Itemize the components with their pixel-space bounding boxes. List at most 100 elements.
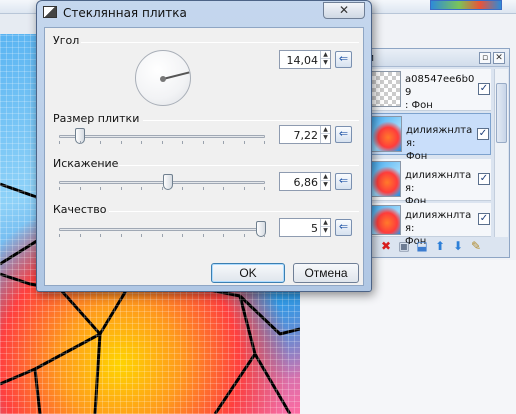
close-button[interactable]: ✕	[323, 2, 365, 19]
slider-tick	[141, 234, 142, 237]
slider-track	[59, 135, 265, 138]
quality-reset-button[interactable]: ⇐	[335, 219, 352, 236]
slider-tick	[59, 234, 60, 237]
app-icon	[43, 6, 57, 18]
slider-tick	[203, 187, 204, 190]
tile-size-slider[interactable]	[59, 128, 265, 144]
spin-up-icon[interactable]: ▲	[321, 219, 330, 227]
tile-size-reset-button[interactable]: ⇐	[335, 126, 352, 143]
slider-tick	[182, 234, 183, 237]
dialog-body: Угол 14,04 ▲ ▼ ⇐ Размер плитки 7,22 ▲ ▼ ⇐ …	[44, 27, 364, 286]
slider-tick	[100, 141, 101, 144]
angle-reset-button[interactable]: ⇐	[335, 51, 352, 68]
layer-item[interactable]: a08547ee6b09 : Фон ✓	[365, 69, 491, 111]
layer-item[interactable]: дилияжнлтая: Фон ✓	[365, 159, 491, 207]
angle-dial[interactable]	[135, 50, 191, 106]
slider-tick	[264, 187, 265, 190]
slider-tick	[244, 141, 245, 144]
layer-visibility-checkbox[interactable]: ✓	[478, 213, 490, 225]
move-up-icon[interactable]: ⬆	[433, 239, 447, 253]
slider-tick	[162, 234, 163, 237]
slider-tick	[264, 141, 265, 144]
divider	[143, 120, 359, 121]
tile-size-label: Размер плитки	[53, 112, 140, 125]
slider-tick	[162, 141, 163, 144]
slider-tick	[121, 141, 122, 144]
slider-tick	[80, 234, 81, 237]
slider-tick	[203, 234, 204, 237]
quality-value: 5	[311, 222, 318, 235]
slider-tick	[80, 187, 81, 190]
slider-tick	[264, 234, 265, 237]
divider	[81, 42, 359, 43]
layer-item-selected[interactable]: дилияжнлтая: Фон ✓	[365, 113, 491, 162]
slider-tick	[141, 187, 142, 190]
slider-tick	[182, 187, 183, 190]
slider-tick	[162, 187, 163, 190]
glass-tile-dialog: Стеклянная плитка ✕ Угол 14,04 ▲ ▼ ⇐ Разм…	[36, 0, 372, 292]
spin-down-icon[interactable]: ▼	[321, 181, 330, 189]
layer-thumbnail	[368, 116, 402, 152]
quality-slider[interactable]	[59, 221, 266, 237]
quality-spinbox[interactable]: 5 ▲ ▼	[279, 218, 331, 237]
dialog-titlebar[interactable]: Стеклянная плитка ✕	[37, 1, 371, 25]
image-tab-thumbnail[interactable]	[430, 0, 502, 10]
slider-tick	[80, 141, 81, 144]
layers-scrollbar[interactable]	[494, 69, 508, 237]
cancel-button[interactable]: Отмена	[293, 263, 359, 283]
slider-tick	[244, 187, 245, 190]
distortion-label: Искажение	[53, 157, 119, 170]
layer-thumbnail	[367, 161, 401, 197]
layer-thumbnail	[367, 71, 401, 107]
scrollbar-thumb[interactable]	[496, 83, 507, 143]
layer-visibility-checkbox[interactable]: ✓	[477, 128, 489, 140]
layer-name: a08547ee6b09 : Фон	[405, 74, 475, 111]
angle-spinbox[interactable]: 14,04 ▲ ▼	[279, 50, 331, 69]
spin-up-icon[interactable]: ▲	[321, 51, 330, 59]
distortion-spinbox[interactable]: 6,86 ▲ ▼	[279, 172, 331, 191]
layer-item[interactable]: дилияжнлтая: Фон ✓	[365, 203, 491, 247]
layer-name: дилияжнлтая: Фон	[406, 125, 473, 162]
spin-up-icon[interactable]: ▲	[321, 126, 330, 134]
spin-down-icon[interactable]: ▼	[321, 227, 330, 235]
duplicate-icon[interactable]: ▣	[397, 239, 411, 253]
spin-up-icon[interactable]: ▲	[321, 173, 330, 181]
slider-tick	[203, 141, 204, 144]
layers-panel: и ▫ ✕ a08547ee6b09 : Фон ✓ дилияжнлтая: …	[362, 48, 510, 258]
layer-visibility-checkbox[interactable]: ✓	[478, 173, 490, 185]
distortion-reset-button[interactable]: ⇐	[335, 173, 352, 190]
quality-label: Качество	[53, 203, 107, 216]
delete-icon[interactable]: ✖	[379, 239, 393, 253]
slider-tick	[182, 141, 183, 144]
slider-tick	[223, 187, 224, 190]
slider-knob[interactable]	[163, 174, 173, 190]
tile-size-spinbox[interactable]: 7,22 ▲ ▼	[279, 125, 331, 144]
slider-tick	[223, 141, 224, 144]
merge-icon[interactable]: ⬓	[415, 239, 429, 253]
panel-pin-button[interactable]: ▫	[479, 52, 491, 64]
slider-tick	[141, 141, 142, 144]
angle-value: 14,04	[286, 54, 319, 67]
angle-label: Угол	[53, 34, 80, 47]
slider-track	[59, 181, 265, 184]
move-down-icon[interactable]: ⬇	[451, 239, 465, 253]
layers-toolbar: ✖ ▣ ⬓ ⬆ ⬇ ✎	[365, 237, 505, 255]
slider-tick	[59, 187, 60, 190]
slider-tick	[121, 187, 122, 190]
slider-tick	[100, 234, 101, 237]
panel-close-button[interactable]: ✕	[493, 52, 505, 64]
ok-button[interactable]: OK	[211, 263, 285, 283]
distortion-slider[interactable]	[59, 174, 265, 190]
divider	[109, 211, 359, 212]
slider-tick	[100, 187, 101, 190]
angle-dial-hand	[162, 71, 190, 80]
spin-down-icon[interactable]: ▼	[321, 59, 330, 67]
divider	[119, 165, 359, 166]
layers-panel-titlebar: и ▫ ✕	[363, 49, 509, 67]
dialog-title: Стеклянная плитка	[63, 6, 187, 20]
properties-icon[interactable]: ✎	[469, 239, 483, 253]
slider-tick	[244, 234, 245, 237]
layer-visibility-checkbox[interactable]: ✓	[478, 83, 490, 95]
spin-down-icon[interactable]: ▼	[321, 134, 330, 142]
slider-tick	[59, 141, 60, 144]
